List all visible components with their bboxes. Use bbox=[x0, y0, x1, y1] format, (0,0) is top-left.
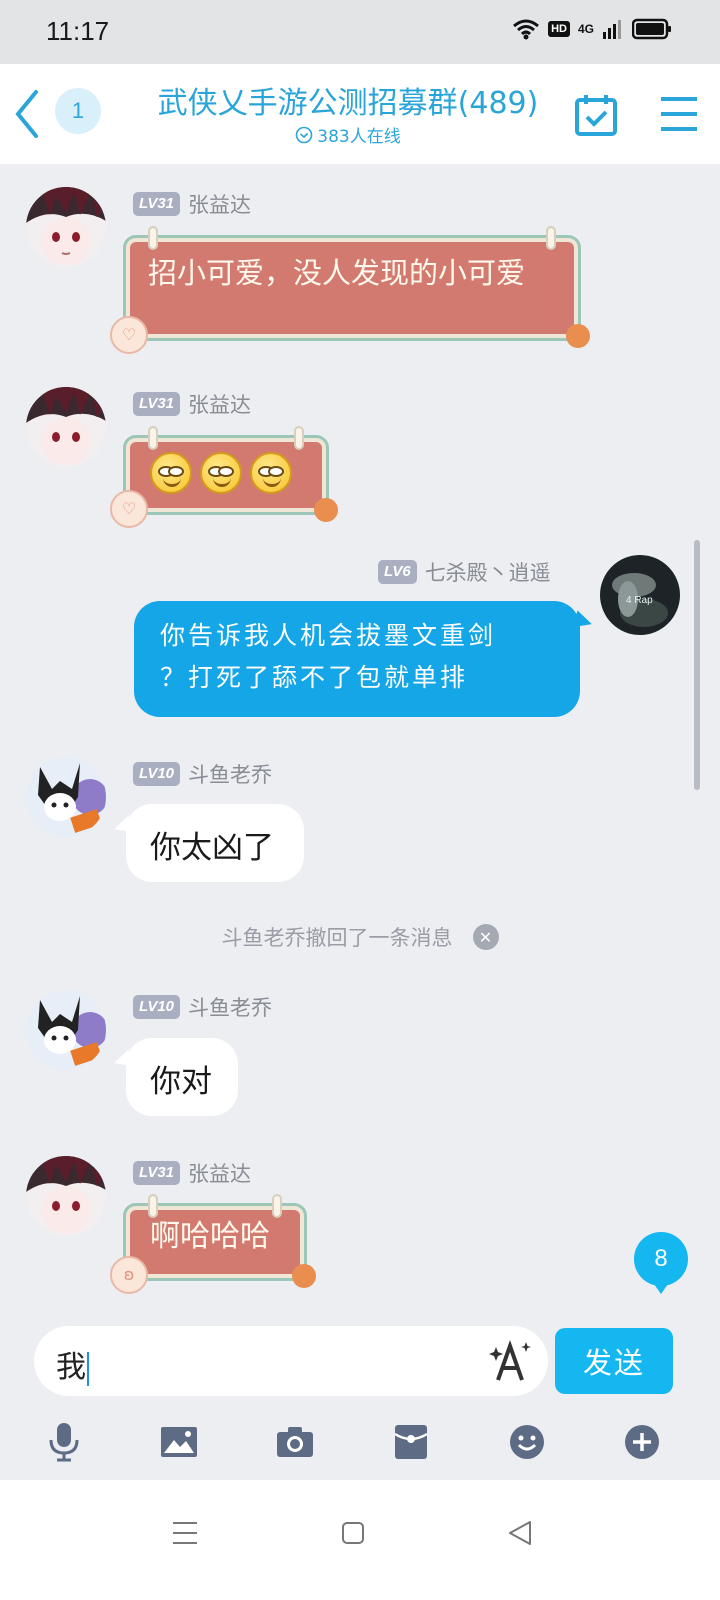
avatar[interactable] bbox=[26, 1156, 106, 1236]
signal-4g-icon: 4G bbox=[578, 22, 594, 36]
hamburger-menu-icon[interactable] bbox=[658, 94, 700, 134]
input-toolbar bbox=[0, 1414, 720, 1470]
image-icon[interactable] bbox=[155, 1414, 203, 1470]
emoji-icon[interactable] bbox=[503, 1414, 551, 1470]
microphone-icon[interactable] bbox=[40, 1414, 88, 1470]
status-time: 11:17 bbox=[46, 16, 110, 46]
online-status: 383人在线 bbox=[128, 122, 568, 147]
hd-icon: HD bbox=[548, 21, 570, 37]
level-badge: LV10 bbox=[133, 995, 181, 1019]
message-bubble[interactable]: 招小可爱，没人发现的小可爱 ♡ bbox=[110, 226, 590, 354]
close-icon[interactable]: ✕ bbox=[472, 924, 499, 950]
message-text-line: ？打死了舔不了包就单排 bbox=[160, 663, 469, 692]
wifi-icon bbox=[513, 19, 540, 40]
grin-emoji-icon bbox=[150, 452, 192, 494]
sender-name[interactable]: 张益达 bbox=[188, 1158, 251, 1188]
camera-icon[interactable] bbox=[271, 1414, 319, 1470]
system-nav-bar bbox=[0, 1480, 720, 1600]
heart-stamp-icon: ♡ bbox=[110, 490, 148, 528]
online-count-text: 383人在线 bbox=[317, 127, 401, 147]
recall-notice-text: 斗鱼老乔撤回了一条消息 bbox=[221, 926, 453, 950]
battery-icon bbox=[632, 18, 671, 40]
avatar[interactable] bbox=[26, 387, 106, 467]
message-sender: LV10 斗鱼老乔 bbox=[133, 759, 272, 789]
network-label: 4G bbox=[577, 22, 594, 36]
message-text: 招小可爱，没人发现的小可爱 bbox=[148, 256, 526, 290]
message-sender: LV6 七杀殿丶逍遥 bbox=[378, 557, 551, 587]
avatar[interactable] bbox=[26, 757, 106, 837]
send-button[interactable]: 发送 bbox=[555, 1328, 673, 1394]
sender-name[interactable]: 斗鱼老乔 bbox=[188, 759, 272, 789]
avatar[interactable] bbox=[26, 990, 106, 1070]
check-circle-icon bbox=[295, 126, 313, 143]
orange-dot-decoration bbox=[314, 498, 338, 522]
level-badge: LV6 bbox=[378, 560, 417, 584]
home-nav-icon[interactable] bbox=[328, 1508, 378, 1558]
orange-dot-decoration bbox=[566, 324, 590, 348]
orange-dot-decoration bbox=[292, 1264, 316, 1288]
message-bubble[interactable]: ♡ bbox=[110, 426, 338, 528]
text-caret bbox=[87, 1351, 89, 1386]
sender-name[interactable]: 斗鱼老乔 bbox=[188, 992, 272, 1022]
message-text-line: 你告诉我人机会拔墨文重剑 bbox=[160, 621, 497, 650]
message-sender: LV31 张益达 bbox=[133, 1158, 251, 1188]
message-bubble[interactable]: 你太凶了 bbox=[126, 804, 304, 882]
plus-icon[interactable] bbox=[618, 1414, 666, 1470]
red-packet-icon[interactable] bbox=[387, 1414, 435, 1470]
group-title[interactable]: 武侠乂手游公测招募群(489) bbox=[128, 78, 568, 122]
status-bar: 11:17 HD 4G bbox=[0, 0, 720, 64]
status-icons: HD 4G bbox=[512, 18, 672, 40]
message-text: 你对 bbox=[150, 1064, 212, 1100]
avatar-caption: 4 Rap bbox=[626, 595, 653, 606]
message-bubble[interactable]: 你告诉我人机会拔墨文重剑 ？打死了舔不了包就单排 bbox=[134, 601, 580, 717]
new-message-badge[interactable]: 8 bbox=[634, 1232, 688, 1294]
message-sender: LV10 斗鱼老乔 bbox=[133, 992, 272, 1022]
avatar[interactable]: 4 Rap bbox=[600, 555, 680, 635]
input-value: 我 bbox=[56, 1350, 86, 1385]
bunny-stamp-icon: ʚ bbox=[110, 1256, 148, 1294]
message-sender: LV31 张益达 bbox=[133, 389, 251, 419]
calendar-check-icon[interactable] bbox=[572, 92, 620, 140]
sender-name[interactable]: 张益达 bbox=[188, 389, 251, 419]
level-badge: LV31 bbox=[133, 1161, 181, 1185]
grin-emoji-icon bbox=[200, 452, 242, 494]
font-style-icon[interactable] bbox=[488, 1338, 534, 1384]
message-bubble[interactable]: 啊哈哈哈 ʚ bbox=[110, 1194, 316, 1294]
chat-header: 1 武侠乂手游公测招募群(489) 383人在线 bbox=[0, 64, 720, 164]
message-sender: LV31 张益达 bbox=[133, 189, 251, 219]
scrollbar[interactable] bbox=[694, 540, 700, 790]
level-badge: LV31 bbox=[133, 392, 181, 416]
back-nav-icon[interactable] bbox=[496, 1508, 546, 1558]
message-bubble[interactable]: 你对 bbox=[126, 1038, 238, 1116]
chevron-left-icon[interactable] bbox=[10, 86, 46, 142]
sender-name[interactable]: 七杀殿丶逍遥 bbox=[425, 557, 551, 587]
grin-emoji-icon bbox=[250, 452, 292, 494]
recall-notice: 斗鱼老乔撤回了一条消息 ✕ bbox=[0, 922, 720, 952]
message-text: 啊哈哈哈 bbox=[150, 1219, 270, 1254]
avatar[interactable] bbox=[26, 187, 106, 267]
message-text: 你太凶了 bbox=[150, 830, 274, 866]
menu-nav-icon[interactable] bbox=[160, 1508, 210, 1558]
heart-stamp-icon: ♡ bbox=[110, 316, 148, 354]
level-badge: LV10 bbox=[133, 762, 181, 786]
message-input[interactable]: 我 bbox=[34, 1326, 548, 1396]
level-badge: LV31 bbox=[133, 192, 181, 216]
unread-count-badge[interactable]: 1 bbox=[55, 88, 101, 134]
signal-bars-icon bbox=[603, 20, 621, 39]
sender-name[interactable]: 张益达 bbox=[188, 189, 251, 219]
